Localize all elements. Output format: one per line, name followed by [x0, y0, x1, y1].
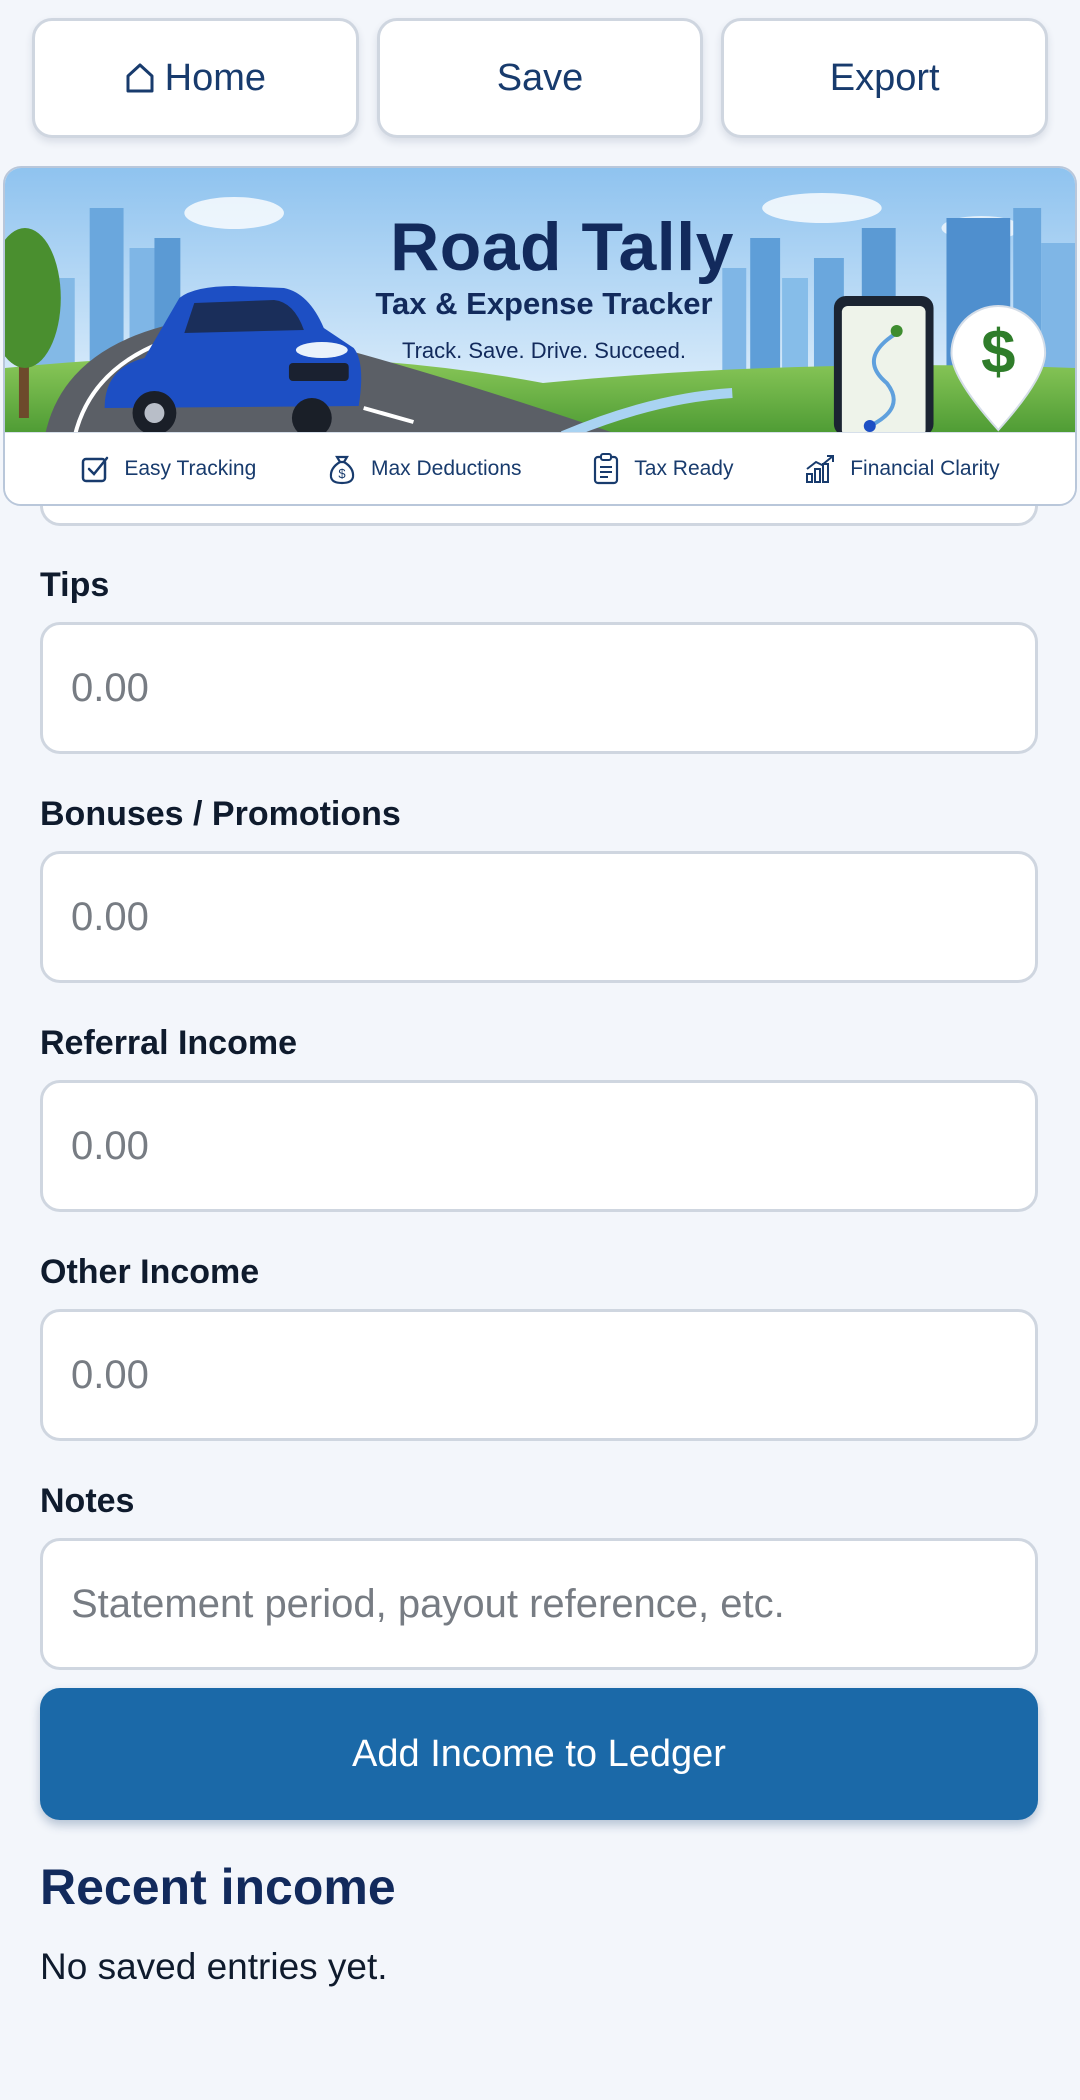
notes-label: Notes	[40, 1482, 135, 1520]
home-icon	[125, 62, 155, 94]
save-button-label: Save	[496, 56, 584, 99]
tips-label: Tips	[40, 566, 110, 604]
referral-income-input[interactable]	[40, 1080, 1038, 1212]
recent-income-heading: Recent income	[40, 1859, 396, 1915]
money-bag-icon: $	[327, 453, 357, 485]
home-button[interactable]: Home	[32, 18, 359, 138]
export-button-label: Export	[829, 56, 940, 99]
banner-subtitle: Tax & Expense Tracker	[375, 286, 713, 321]
feature-tax-ready: Tax Ready	[592, 452, 734, 485]
feature-label: Tax Ready	[634, 456, 734, 480]
feature-easy-tracking: Easy Tracking	[80, 454, 256, 484]
feature-strip: Easy Tracking $ Max Deductions Tax Ready…	[5, 432, 1075, 504]
export-button[interactable]: Export	[721, 18, 1049, 138]
feature-label: Easy Tracking	[124, 456, 257, 480]
checkbox-icon	[80, 454, 110, 484]
feature-financial-clarity: Financial Clarity	[804, 454, 1000, 484]
save-button[interactable]: Save	[376, 18, 704, 138]
bonuses-input[interactable]	[40, 851, 1038, 983]
bonuses-label: Bonuses / Promotions	[40, 795, 401, 833]
top-navigation: Home Save Export	[32, 18, 1049, 138]
growth-chart-icon	[804, 454, 836, 484]
clipboard-icon	[592, 452, 620, 485]
feature-label: Financial Clarity	[850, 456, 1000, 480]
banner-title: Road Tally	[390, 209, 734, 285]
notes-input[interactable]	[40, 1538, 1038, 1670]
banner-tagline: Track. Save. Drive. Succeed.	[401, 338, 687, 363]
other-income-label: Other Income	[40, 1253, 260, 1291]
other-income-input[interactable]	[40, 1309, 1038, 1441]
add-income-button[interactable]: Add Income to Ledger	[40, 1688, 1038, 1820]
feature-label: Max Deductions	[370, 456, 522, 480]
referral-income-label: Referral Income	[40, 1024, 297, 1062]
feature-max-deductions: $ Max Deductions	[327, 453, 522, 485]
svg-text:$: $	[338, 466, 346, 481]
tips-input[interactable]	[40, 622, 1038, 754]
home-button-label: Home	[164, 56, 267, 99]
app-banner: $ Road Tally Tax & Expense Tracker Track…	[3, 166, 1077, 506]
recent-income-empty-state: No saved entries yet.	[40, 1946, 388, 1987]
